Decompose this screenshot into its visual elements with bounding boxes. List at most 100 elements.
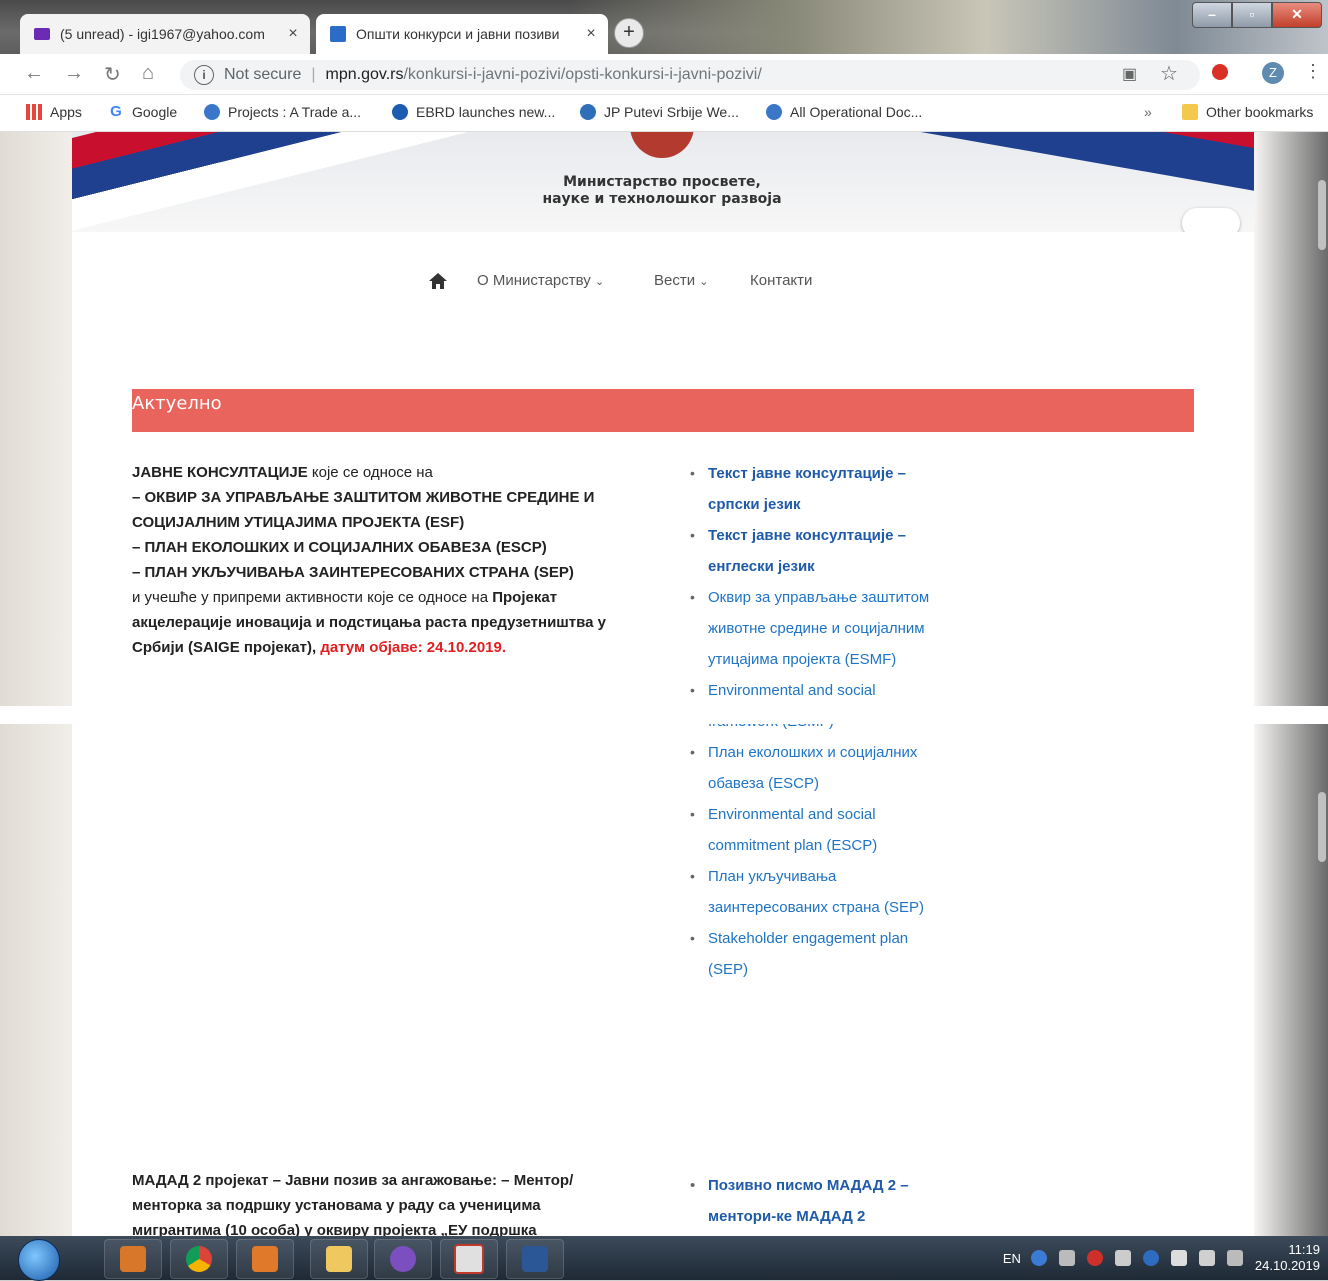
tab-active[interactable]: Општи конкурси и јавни позиви × bbox=[316, 14, 608, 54]
action-center-icon[interactable] bbox=[1198, 1250, 1215, 1266]
post-item: – ОКВИР ЗА УПРАВЉАЊЕ ЗАШТИТОМ ЖИВОТНЕ СР… bbox=[132, 489, 595, 531]
link-consultation-sr[interactable]: Текст јавне консултације – српски језик bbox=[708, 465, 906, 513]
bookmark-ebrd[interactable]: EBRD launches new... bbox=[392, 104, 555, 120]
google-icon: G bbox=[108, 104, 124, 120]
page-background-left bbox=[0, 132, 72, 1236]
taskbar-app-media[interactable] bbox=[236, 1239, 294, 1279]
bluetooth-icon[interactable] bbox=[1142, 1250, 1159, 1266]
bookmark-projects[interactable]: Projects : A Trade a... bbox=[204, 104, 361, 120]
link-madad-invitation[interactable]: Позивно писмо МАДАД 2 – ментори-ке МАДАД… bbox=[708, 1177, 909, 1225]
bookmark-label: Apps bbox=[50, 104, 82, 120]
web-viewport: Министарство просвете, науке и технолошк… bbox=[0, 132, 1328, 1236]
bookmark-star-icon[interactable]: ☆ bbox=[1160, 61, 1178, 86]
list-item: Stakeholder engagement plan (SEP) bbox=[690, 923, 930, 985]
home-icon[interactable] bbox=[428, 272, 448, 290]
start-button[interactable] bbox=[18, 1239, 60, 1281]
folder-icon bbox=[1182, 104, 1198, 120]
nav-item-ministry[interactable]: О Министарству ⌄ bbox=[477, 272, 604, 289]
taskbar-app-chrome[interactable] bbox=[170, 1239, 228, 1279]
scrollbar-thumb[interactable] bbox=[1318, 180, 1326, 250]
scrollbar-thumb[interactable] bbox=[1318, 792, 1326, 862]
ministry-name-line2: науке и технолошког развоја bbox=[542, 191, 782, 207]
bookmark-label: Projects : A Trade a... bbox=[228, 104, 362, 120]
bookmark-operational[interactable]: All Operational Doc... bbox=[766, 104, 922, 120]
os-taskbar: EN 11:19 24.10.2019 bbox=[0, 1236, 1328, 1281]
language-indicator[interactable]: EN bbox=[1003, 1251, 1021, 1266]
volume-icon[interactable] bbox=[1114, 1250, 1131, 1266]
scrollbar[interactable] bbox=[1316, 172, 1328, 1232]
list-item: • Позивно писмо МАДАД 2 – ментори-ке МАДА… bbox=[690, 1170, 930, 1232]
maximize-button[interactable]: ▫ bbox=[1232, 2, 1272, 28]
link-sep-sr[interactable]: План укључивања заинтересованих страна (… bbox=[708, 868, 924, 916]
clock-date: 24.10.2019 bbox=[1254, 1258, 1320, 1273]
flag-ribbon-right bbox=[910, 132, 1254, 193]
window-controls: – ▫ ✕ bbox=[1192, 2, 1322, 28]
reload-icon[interactable]: ↻ bbox=[104, 62, 121, 87]
bookmark-label: Other bookmarks bbox=[1206, 104, 1314, 120]
address-bar[interactable]: i Not secure | mpn.gov.rs /konkursi-i-ja… bbox=[180, 60, 1200, 90]
diamond-icon bbox=[580, 104, 596, 120]
device-icon[interactable] bbox=[1170, 1250, 1187, 1266]
folder-icon bbox=[326, 1246, 352, 1272]
bookmark-label: JP Putevi Srbije We... bbox=[604, 104, 739, 120]
network-icon[interactable] bbox=[1058, 1250, 1075, 1266]
link-consultation-en[interactable]: Текст јавне консултације – енглески јези… bbox=[708, 527, 906, 575]
ministry-name-line1: Министарство просвете, bbox=[563, 174, 761, 190]
bookmark-putevi[interactable]: JP Putevi Srbije We... bbox=[580, 104, 739, 120]
link-escp-en[interactable]: Environmental and social commitment plan… bbox=[708, 806, 877, 854]
bookmark-label: EBRD launches new... bbox=[416, 104, 556, 120]
post-text: и учешће у припреми активности које се о… bbox=[132, 589, 493, 606]
bookmark-label: All Operational Doc... bbox=[790, 104, 923, 120]
security-status: Not secure bbox=[224, 66, 302, 83]
address-separator: | bbox=[311, 66, 316, 83]
link-escp-sr[interactable]: План еколошких и социјалних обавеза (ESC… bbox=[708, 744, 917, 792]
stop-icon[interactable] bbox=[1086, 1250, 1103, 1266]
profile-avatar[interactable]: Z bbox=[1262, 62, 1284, 84]
taskbar-app-explorer[interactable] bbox=[104, 1239, 162, 1279]
search-toggle[interactable] bbox=[1182, 208, 1240, 232]
link-sep-en[interactable]: Stakeholder engagement plan (SEP) bbox=[708, 930, 908, 978]
forward-icon[interactable]: → bbox=[64, 62, 84, 85]
home-icon[interactable]: ⌂ bbox=[142, 62, 154, 85]
post-heading: ЈАВНЕ КОНСУЛТАЦИЈЕ bbox=[132, 464, 308, 481]
other-bookmarks[interactable]: Other bookmarks bbox=[1182, 104, 1313, 120]
taskbar-app-folder[interactable] bbox=[310, 1239, 368, 1279]
new-tab-button[interactable]: + bbox=[614, 18, 644, 48]
tab-title: Општи конкурси и јавни позиви bbox=[356, 26, 560, 42]
tab-mail[interactable]: (5 unread) - igi1967@yahoo.com × bbox=[20, 14, 310, 54]
info-icon[interactable]: i bbox=[194, 65, 214, 85]
globe-icon bbox=[766, 104, 782, 120]
close-tab-icon[interactable]: × bbox=[582, 25, 600, 43]
nav-item-news[interactable]: Вести ⌄ bbox=[654, 272, 709, 289]
list-item: Текст јавне консултације – енглески јези… bbox=[690, 520, 930, 582]
close-window-button[interactable]: ✕ bbox=[1272, 2, 1322, 28]
bookmark-apps[interactable]: Apps bbox=[26, 104, 82, 120]
taskbar-app-acrobat[interactable] bbox=[440, 1239, 498, 1279]
app-icon bbox=[120, 1246, 146, 1272]
chrome-icon bbox=[186, 1246, 212, 1272]
back-icon[interactable]: ← bbox=[24, 62, 44, 85]
list-item: План укључивања заинтересованих страна (… bbox=[690, 861, 930, 923]
display-icon[interactable] bbox=[1226, 1250, 1243, 1266]
bookmarks-overflow[interactable]: » bbox=[1144, 104, 1152, 120]
help-icon[interactable] bbox=[1030, 1250, 1047, 1266]
translate-icon[interactable]: ▣ bbox=[1122, 64, 1137, 84]
taskbar-app-viber[interactable] bbox=[374, 1239, 432, 1279]
bookmark-google[interactable]: G Google bbox=[108, 104, 177, 120]
ministry-name[interactable]: Министарство просвете, науке и технолошк… bbox=[512, 174, 812, 208]
menu-icon[interactable]: ⋮ bbox=[1304, 61, 1322, 82]
page-content: Министарство просвете, науке и технолошк… bbox=[72, 132, 1254, 1236]
close-tab-icon[interactable]: × bbox=[284, 25, 302, 43]
adblock-icon[interactable] bbox=[1212, 64, 1228, 80]
globe-icon bbox=[204, 104, 220, 120]
nav-item-contacts[interactable]: Контакти bbox=[750, 272, 812, 289]
apps-grid-icon bbox=[26, 104, 42, 120]
post-item: – ПЛАН УКЉУЧИВАЊА ЗАИНТЕРЕСОВАНИХ СТРАНА… bbox=[132, 564, 574, 581]
link-esmf-sr[interactable]: Оквир за управљање заштитом животне сред… bbox=[708, 589, 929, 668]
chevron-down-icon: ⌄ bbox=[594, 276, 605, 288]
media-icon bbox=[252, 1246, 278, 1272]
taskbar-clock[interactable]: 11:19 24.10.2019 bbox=[1255, 1242, 1320, 1274]
taskbar-app-word[interactable] bbox=[506, 1239, 564, 1279]
clock-time: 11:19 bbox=[1288, 1242, 1320, 1257]
minimize-button[interactable]: – bbox=[1192, 2, 1232, 28]
